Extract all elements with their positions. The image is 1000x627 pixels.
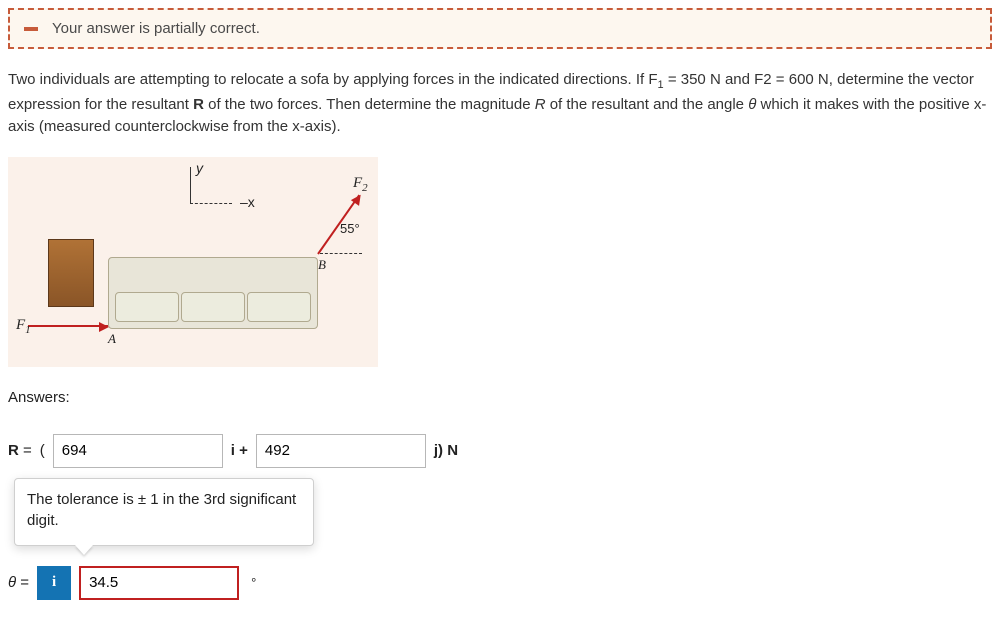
y-label: y [196, 160, 203, 176]
answers-heading: Answers: [8, 389, 992, 406]
tolerance-tooltip: The tolerance is ± 1 in the 3rd signific… [14, 478, 314, 546]
text: Two individuals are attempting to reloca… [8, 71, 658, 88]
info-icon[interactable]: i [37, 566, 71, 600]
minus-icon [24, 27, 38, 31]
i-plus: i + [231, 442, 248, 459]
force-f2-label: F2 [353, 175, 368, 194]
sofa-diagram: y –x F1 A F2 55° B [8, 157, 378, 367]
paren-open: ( [40, 442, 45, 459]
italic-r: R [535, 96, 546, 113]
answer-row-theta: θ = i ° [8, 566, 992, 600]
y-axis [190, 167, 191, 203]
degree-symbol: ° [251, 575, 256, 590]
r-j-input[interactable] [256, 434, 426, 468]
force-f1-arrow [28, 325, 108, 327]
answer-row-r: R = ( i + j) N [8, 434, 992, 468]
text: of the resultant and the angle [546, 96, 749, 113]
force-f1-label: F1 [16, 317, 31, 336]
bold-r: R [193, 96, 204, 113]
chair-icon [48, 239, 94, 307]
r-i-input[interactable] [53, 434, 223, 468]
theta-input[interactable] [79, 566, 239, 600]
point-b: B [318, 257, 326, 273]
x-label: –x [240, 194, 255, 210]
point-a: A [108, 331, 116, 347]
theta-label: θ = [8, 574, 29, 591]
j-close: j) N [434, 442, 458, 459]
x-axis [190, 203, 232, 204]
feedback-text: Your answer is partially correct. [52, 20, 260, 37]
angle-55: 55° [340, 221, 360, 236]
text: of the two forces. Then determine the ma… [204, 96, 535, 113]
angle-baseline [320, 253, 362, 254]
feedback-banner: Your answer is partially correct. [8, 8, 992, 49]
tolerance-text: The tolerance is ± 1 in the 3rd signific… [27, 491, 296, 529]
sofa-icon [108, 257, 318, 329]
r-label: R = [8, 442, 32, 459]
problem-statement: Two individuals are attempting to reloca… [8, 69, 992, 139]
